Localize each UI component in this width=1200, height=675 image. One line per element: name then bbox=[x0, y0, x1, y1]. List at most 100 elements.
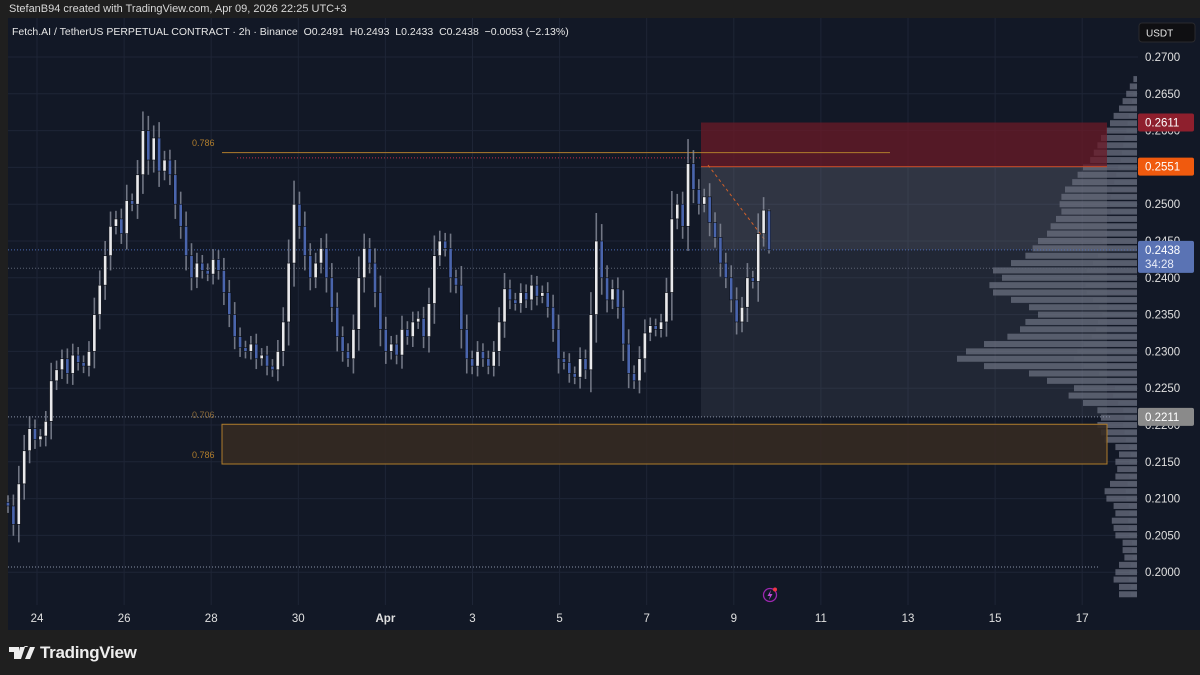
time-tick-label: 9 bbox=[731, 613, 737, 625]
candle-up bbox=[259, 354, 264, 360]
tradingview-logo[interactable]: TradingView bbox=[9, 643, 137, 663]
candle-down bbox=[65, 358, 70, 374]
candle-down bbox=[405, 329, 410, 337]
candle-up bbox=[286, 262, 291, 323]
candle-up bbox=[740, 306, 744, 323]
candle-down bbox=[216, 259, 221, 271]
candle-up bbox=[362, 248, 367, 279]
candle-up bbox=[648, 325, 653, 334]
candle-up bbox=[761, 209, 766, 234]
volume-profile-bar-inner bbox=[1116, 172, 1137, 177]
volume-profile-bar-inner bbox=[1126, 128, 1137, 133]
candle-down bbox=[76, 354, 81, 363]
candle-down bbox=[556, 329, 561, 360]
volume-profile-bar-inner bbox=[1118, 400, 1137, 405]
candle-up bbox=[437, 240, 442, 257]
time-tick-label: 28 bbox=[205, 613, 218, 625]
candle-down bbox=[11, 505, 16, 525]
price-tick-label: 0.2300 bbox=[1145, 346, 1180, 358]
volume-profile-bar-inner bbox=[1125, 437, 1137, 442]
candle-up bbox=[97, 284, 102, 315]
supply-zone bbox=[701, 122, 1107, 167]
candle-up bbox=[410, 321, 415, 337]
volume-profile-bar-inner bbox=[1131, 548, 1137, 553]
candle-up bbox=[292, 203, 296, 264]
volume-profile-bar-inner bbox=[1111, 187, 1137, 192]
volume-profile-bar-inner bbox=[1128, 518, 1137, 523]
candle-down bbox=[567, 362, 572, 374]
candle-up bbox=[664, 292, 669, 323]
candle-down bbox=[545, 292, 550, 308]
ohlc-low: L0.2433 bbox=[395, 26, 434, 38]
candle-down bbox=[378, 292, 383, 330]
candle-up bbox=[313, 262, 318, 279]
candle-down bbox=[81, 362, 86, 367]
candle-up bbox=[114, 218, 118, 227]
volume-profile-bar-inner bbox=[1106, 224, 1137, 229]
footer-bar bbox=[0, 630, 1200, 675]
fib-level-label: 0.706 bbox=[192, 410, 215, 420]
price-chart[interactable]: 0.786 0.706 0.786 0.27000.26500.26000.25… bbox=[0, 0, 1200, 675]
candle-down bbox=[583, 358, 588, 371]
price-tick-label: 0.2700 bbox=[1145, 52, 1180, 64]
price-tick-label: 0.2000 bbox=[1145, 567, 1180, 579]
volume-profile-bar-inner bbox=[1114, 386, 1137, 391]
candle-down bbox=[173, 174, 178, 205]
candle-down bbox=[632, 373, 636, 382]
volume-profile-bar-inner bbox=[1134, 84, 1137, 89]
candle-down bbox=[459, 284, 464, 330]
candle-down bbox=[243, 347, 248, 352]
ohlc-high: H0.2493 bbox=[349, 26, 390, 38]
candle-down bbox=[718, 237, 723, 264]
candle-up bbox=[659, 321, 663, 330]
candle-up bbox=[43, 421, 48, 437]
candle-down bbox=[621, 306, 626, 345]
ohlc-open: O0.2491 bbox=[303, 26, 344, 38]
candle-up bbox=[162, 159, 167, 172]
time-tick-label: 3 bbox=[469, 613, 475, 625]
candle-down bbox=[691, 163, 696, 190]
candle-up bbox=[194, 262, 199, 279]
candle-down bbox=[561, 358, 566, 363]
candle-up bbox=[124, 200, 129, 234]
candle-down bbox=[707, 196, 712, 223]
candle-down bbox=[443, 240, 448, 249]
candle-down bbox=[513, 299, 518, 304]
price-label-text: 0.2211 bbox=[1145, 412, 1179, 424]
symbol-name[interactable]: Fetch.AI / TetherUS PERPETUAL CONTRACT ·… bbox=[12, 26, 298, 38]
volume-profile-bar-inner bbox=[1130, 452, 1137, 457]
currency-button[interactable]: USDT bbox=[1138, 22, 1196, 43]
currency-label: USDT bbox=[1146, 29, 1173, 40]
candle-up bbox=[275, 351, 280, 371]
volume-profile-bar-inner bbox=[1121, 150, 1137, 155]
candle-down bbox=[238, 336, 242, 349]
price-tick-label: 0.2050 bbox=[1145, 530, 1180, 542]
candle-down bbox=[599, 240, 604, 279]
volume-profile-bar-inner bbox=[1123, 423, 1137, 427]
time-tick-label: 7 bbox=[643, 613, 649, 625]
candle-up bbox=[702, 196, 707, 205]
fib-level-label: 0.786 bbox=[192, 450, 215, 460]
candle-up bbox=[637, 358, 642, 382]
volume-profile-bar-inner bbox=[1113, 393, 1137, 398]
candle-down bbox=[615, 288, 620, 308]
time-tick-label: 17 bbox=[1076, 613, 1089, 625]
time-tick-label: 30 bbox=[292, 613, 305, 625]
candle-down bbox=[572, 373, 577, 378]
volume-profile-bar-inner bbox=[1129, 570, 1137, 575]
volume-profile-bar-inner bbox=[1118, 165, 1137, 170]
volume-profile-bar-inner bbox=[1102, 312, 1137, 317]
volume-profile-bar-inner bbox=[1132, 555, 1137, 560]
candle-down bbox=[33, 428, 37, 441]
candle-up bbox=[416, 317, 421, 323]
candle-up bbox=[248, 343, 253, 352]
volume-profile-bar-inner bbox=[1124, 135, 1137, 140]
candle-up bbox=[103, 255, 108, 286]
candle-down bbox=[524, 292, 529, 301]
position-range-lower bbox=[701, 249, 1107, 417]
volume-profile-bar-inner bbox=[1129, 511, 1137, 516]
candle-up bbox=[669, 218, 674, 293]
price-tick-label: 0.2400 bbox=[1145, 273, 1180, 285]
candle-up bbox=[686, 163, 690, 227]
volume-profile-bar-inner bbox=[1105, 231, 1137, 236]
